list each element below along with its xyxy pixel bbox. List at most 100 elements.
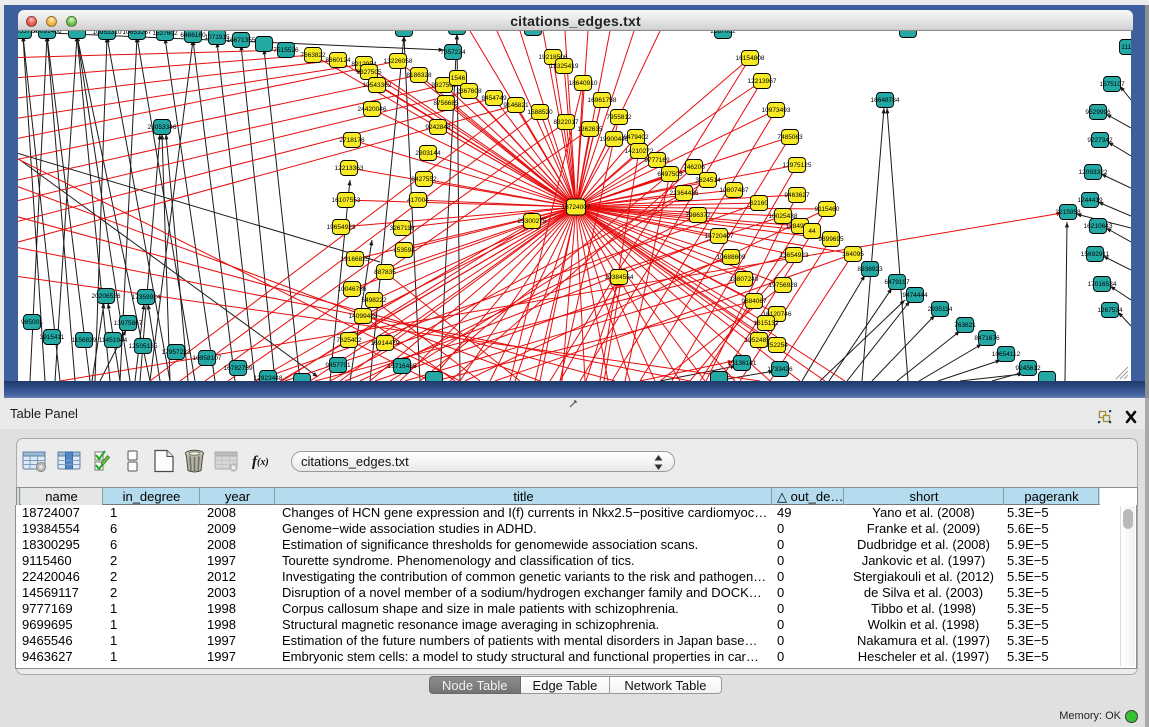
svg-text:16648784: 16648784 [871,97,900,104]
svg-text:2718176: 2718176 [339,137,365,144]
svg-text:16210643: 16210643 [1084,223,1113,230]
svg-text:16154808: 16154808 [736,55,765,62]
svg-text:12213363: 12213363 [335,165,364,172]
svg-text:6497503: 6497503 [657,171,683,178]
svg-text:10973493: 10973493 [762,107,791,114]
svg-text:417004: 417004 [407,197,429,204]
svg-text:8938923: 8938923 [857,266,883,273]
svg-text:19654923: 19654923 [327,224,356,231]
svg-text:19166825: 19166825 [341,256,370,263]
svg-text:3624514: 3624514 [695,177,721,184]
svg-text:17016534: 17016534 [1088,281,1117,288]
svg-text:12093322: 12093322 [1079,169,1108,176]
svg-text:24420046: 24420046 [358,106,387,113]
svg-text:9245612: 9245612 [1015,365,1041,372]
svg-text:7986372: 7986372 [685,212,711,219]
svg-text:8471676: 8471676 [974,335,1000,342]
svg-text:17359924: 17359924 [132,294,161,301]
svg-text:1588520: 1588520 [527,109,553,116]
svg-text:1733426: 1733426 [767,366,793,373]
svg-text:1156829: 1156829 [72,337,97,344]
svg-text:1546: 1546 [451,75,466,82]
svg-text:9115460: 9115460 [815,206,840,213]
svg-text:2935114: 2935114 [928,306,953,313]
svg-text:9242848: 9242848 [425,124,451,131]
svg-text:10543362: 10543362 [363,82,392,89]
svg-text:15136141: 15136141 [728,360,757,367]
svg-text:20091406: 20091406 [33,31,62,35]
svg-text:16033809: 16033809 [390,31,419,33]
svg-text:15720407: 15720407 [705,233,734,240]
svg-text:16961758: 16961758 [588,97,617,104]
svg-text:14099489: 14099489 [349,313,378,320]
svg-text:28053346: 28053346 [148,124,177,131]
svg-text:13975867: 13975867 [114,320,143,327]
svg-text:2367608: 2367608 [456,88,482,95]
svg-text:12505135: 12505135 [129,343,158,350]
svg-text:7625402: 7625402 [336,337,362,344]
svg-text:10688609: 10688609 [717,254,746,261]
svg-text:9474444: 9474444 [902,292,928,299]
svg-text:8756685: 8756685 [433,100,459,107]
svg-text:16914479: 16914479 [371,340,400,347]
svg-text:7357224: 7357224 [440,49,466,56]
svg-text:9463627: 9463627 [784,192,810,199]
svg-text:13654923: 13654923 [780,252,809,259]
svg-text:6479197: 6479197 [884,279,910,286]
svg-text:8813014: 8813014 [520,31,546,32]
svg-text:6466160: 6466160 [180,32,206,39]
svg-text:9777169: 9777169 [644,157,670,164]
svg-text:153594: 153594 [393,247,415,254]
svg-text:1244419: 1244419 [1077,197,1103,204]
svg-text:17957223: 17957223 [162,349,191,356]
svg-text:8427552: 8427552 [411,176,437,183]
svg-text:2687062: 2687062 [710,31,736,35]
svg-text:10807487: 10807487 [720,187,749,194]
svg-text:985001: 985001 [21,319,43,326]
svg-text:9899695: 9899695 [818,236,844,243]
svg-text:1615132: 1615132 [753,320,779,327]
svg-text:9529996: 9529996 [1085,109,1111,116]
svg-text:12923448: 12923448 [254,375,283,381]
svg-text:20206526: 20206526 [92,293,121,300]
svg-text:9227342: 9227342 [1087,137,1113,144]
svg-text:16782759: 16782759 [224,365,253,372]
svg-text:5498222: 5498222 [361,297,387,304]
svg-text:12213967: 12213967 [748,78,777,85]
svg-text:19756928: 19756928 [769,282,798,289]
svg-text:7515526: 7515526 [273,47,299,54]
svg-text:10046786: 10046786 [338,286,367,293]
svg-text:7663822: 7663822 [300,52,326,59]
svg-text:1267534: 1267534 [1097,307,1123,314]
svg-text:1362635: 1362635 [577,126,603,133]
svg-text:3915411: 3915411 [40,334,65,341]
svg-text:3267110: 3267110 [390,225,415,232]
svg-text:1527602: 1527602 [152,31,178,37]
svg-text:7955812: 7955812 [606,114,632,121]
svg-text:21364436: 21364436 [670,190,699,197]
svg-text:25300275: 25300275 [518,218,547,225]
svg-text:1575107: 1575107 [1099,81,1125,88]
svg-text:1112: 1112 [1121,44,1131,51]
svg-text:(x): (x) [257,457,269,468]
svg-text:2803144: 2803144 [415,150,441,157]
svg-text:18807249: 18807249 [730,276,759,283]
svg-text:10958107: 10958107 [193,355,222,362]
svg-text:887835: 887835 [374,269,396,276]
svg-text:164095: 164095 [842,251,864,258]
svg-text:15716485: 15716485 [388,363,417,370]
svg-text:252254: 252254 [766,342,788,349]
svg-text:18640910: 18640910 [569,80,598,87]
svg-text:3215958: 3215958 [1055,209,1081,216]
svg-text:10653267: 10653267 [123,31,152,36]
svg-text:7485063: 7485063 [777,134,803,141]
svg-text:13226058: 13226058 [384,58,413,65]
svg-text:9327505: 9327505 [356,69,382,76]
svg-text:13325419: 13325419 [550,63,579,70]
svg-text:18724007: 18724007 [562,204,591,211]
svg-text:11451944: 11451944 [99,337,128,344]
svg-text:62160: 62160 [750,200,768,207]
svg-text:9684067: 9684067 [741,298,767,305]
svg-text:19384554: 19384554 [605,274,634,281]
svg-text:8660124: 8660124 [325,57,351,64]
